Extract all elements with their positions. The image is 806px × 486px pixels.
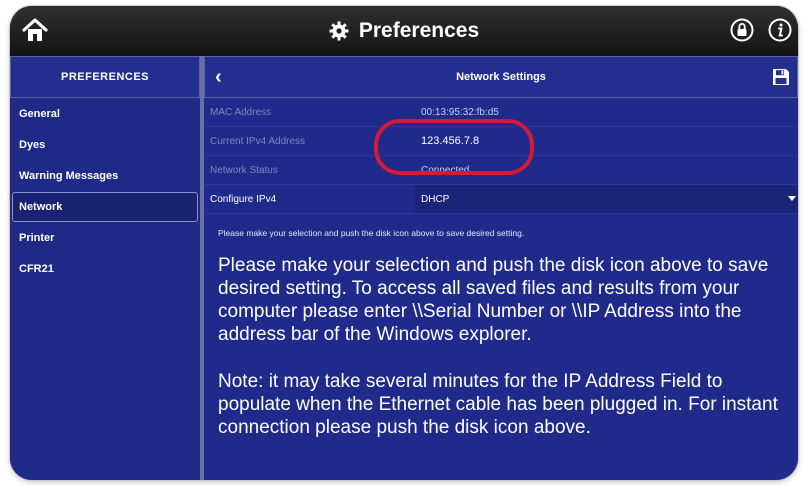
configure-ipv4-label: Configure IPv4 <box>210 193 277 205</box>
configure-ipv4-row: Configure IPv4 DHCP <box>204 185 798 214</box>
window-title: Preferences <box>10 6 798 56</box>
info-icon[interactable] <box>768 18 792 42</box>
sidebar-header: PREFERENCES <box>10 56 200 98</box>
disk-icon[interactable] <box>771 67 791 87</box>
sidebar-item-network[interactable]: Network <box>12 192 198 222</box>
sidebar-item-printer[interactable]: Printer <box>12 223 198 253</box>
gear-icon <box>329 21 349 41</box>
note-paragraph: Note: it may take several minutes for th… <box>218 371 778 438</box>
configure-ipv4-select[interactable]: DHCP <box>415 185 798 213</box>
lock-icon[interactable] <box>730 18 754 42</box>
ip-highlight-circle <box>374 119 534 175</box>
window-title-text: Preferences <box>358 19 480 42</box>
sidebar-item-cfr21[interactable]: CFR21 <box>12 254 198 284</box>
top-bar: Preferences <box>10 6 798 56</box>
configure-ipv4-value: DHCP <box>421 193 450 205</box>
panel-header: ‹ Network Settings <box>204 56 798 98</box>
mac-address-label: MAC Address <box>210 106 272 118</box>
device-screen: Preferences PREFERENCES General Dyes War… <box>10 6 798 480</box>
sidebar-item-dyes[interactable]: Dyes <box>12 130 198 160</box>
panel-title: Network Settings <box>456 71 546 83</box>
chevron-down-icon <box>788 196 796 201</box>
sidebar-item-warning-messages[interactable]: Warning Messages <box>12 161 198 191</box>
save-instruction-small: Please make your selection and push the … <box>218 228 525 238</box>
preferences-sidebar: PREFERENCES General Dyes Warning Message… <box>10 56 204 480</box>
instruction-paragraph: Please make your selection and push the … <box>218 255 769 345</box>
sidebar-item-general[interactable]: General <box>12 99 198 129</box>
